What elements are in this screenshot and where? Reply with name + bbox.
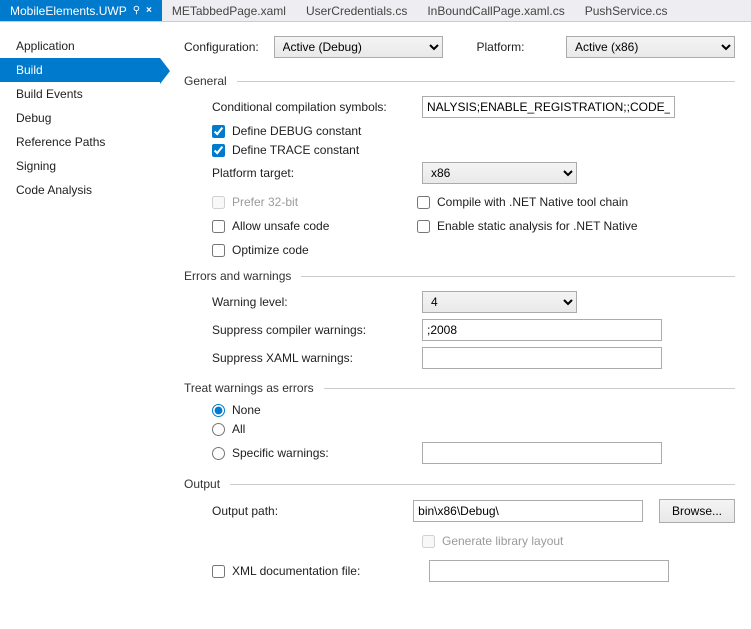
enable-static-checkbox[interactable] [417, 220, 430, 233]
platform-label: Platform: [477, 40, 557, 54]
output-path-label: Output path: [212, 504, 403, 518]
generate-library-checkbox [422, 535, 435, 548]
section-treat-title: Treat warnings as errors [184, 381, 314, 395]
sidebar-item-reference-paths[interactable]: Reference Paths [0, 130, 160, 154]
tab-label: MobileElements.UWP [10, 4, 127, 18]
cond-symbols-label: Conditional compilation symbols: [212, 100, 412, 114]
sidebar-item-debug[interactable]: Debug [0, 106, 160, 130]
tab-inboundcallpage[interactable]: InBoundCallPage.xaml.cs [417, 0, 574, 21]
sidebar-item-application[interactable]: Application [0, 34, 160, 58]
tab-usercredentials[interactable]: UserCredentials.cs [296, 0, 417, 21]
platform-target-select[interactable]: x86 [422, 162, 577, 184]
treat-specific-radio[interactable] [212, 447, 225, 460]
close-icon[interactable]: × [146, 5, 152, 16]
allow-unsafe-checkbox[interactable] [212, 220, 225, 233]
compile-native-checkbox[interactable] [417, 196, 430, 209]
warning-level-label: Warning level: [212, 295, 412, 309]
suppress-xaml-label: Suppress XAML warnings: [212, 351, 412, 365]
tab-pushservice[interactable]: PushService.cs [575, 0, 678, 21]
editor-tabs: MobileElements.UWP ⚲ × METabbedPage.xaml… [0, 0, 751, 22]
suppress-xaml-input[interactable] [422, 347, 662, 369]
warning-level-select[interactable]: 4 [422, 291, 577, 313]
define-trace-checkbox[interactable] [212, 144, 225, 157]
configuration-select[interactable]: Active (Debug) [274, 36, 443, 58]
suppress-compiler-label: Suppress compiler warnings: [212, 323, 412, 337]
properties-sidebar: Application Build Build Events Debug Ref… [0, 22, 160, 629]
section-general-title: General [184, 74, 227, 88]
platform-target-label: Platform target: [212, 166, 412, 180]
sidebar-item-build-events[interactable]: Build Events [0, 82, 160, 106]
browse-button[interactable]: Browse... [659, 499, 735, 523]
output-path-input[interactable] [413, 500, 643, 522]
sidebar-item-signing[interactable]: Signing [0, 154, 160, 178]
xmldoc-input [429, 560, 669, 582]
treat-specific-input [422, 442, 662, 464]
sidebar-item-code-analysis[interactable]: Code Analysis [0, 178, 160, 202]
tab-mobileelements[interactable]: MobileElements.UWP ⚲ × [0, 0, 162, 21]
section-output-title: Output [184, 477, 220, 491]
configuration-label: Configuration: [184, 40, 264, 54]
treat-all-radio[interactable] [212, 423, 225, 436]
optimize-checkbox[interactable] [212, 244, 225, 257]
prefer-32bit-checkbox [212, 196, 225, 209]
platform-select[interactable]: Active (x86) [566, 36, 735, 58]
tab-metabbedpage[interactable]: METabbedPage.xaml [162, 0, 296, 21]
sidebar-item-build[interactable]: Build [0, 58, 160, 82]
build-page: Configuration: Active (Debug) Platform: … [160, 22, 751, 629]
pin-icon[interactable]: ⚲ [133, 5, 140, 16]
define-debug-checkbox[interactable] [212, 125, 225, 138]
treat-none-radio[interactable] [212, 404, 225, 417]
section-errors-title: Errors and warnings [184, 269, 291, 283]
cond-symbols-input[interactable] [422, 96, 675, 118]
suppress-compiler-input[interactable] [422, 319, 662, 341]
xmldoc-checkbox[interactable] [212, 565, 225, 578]
